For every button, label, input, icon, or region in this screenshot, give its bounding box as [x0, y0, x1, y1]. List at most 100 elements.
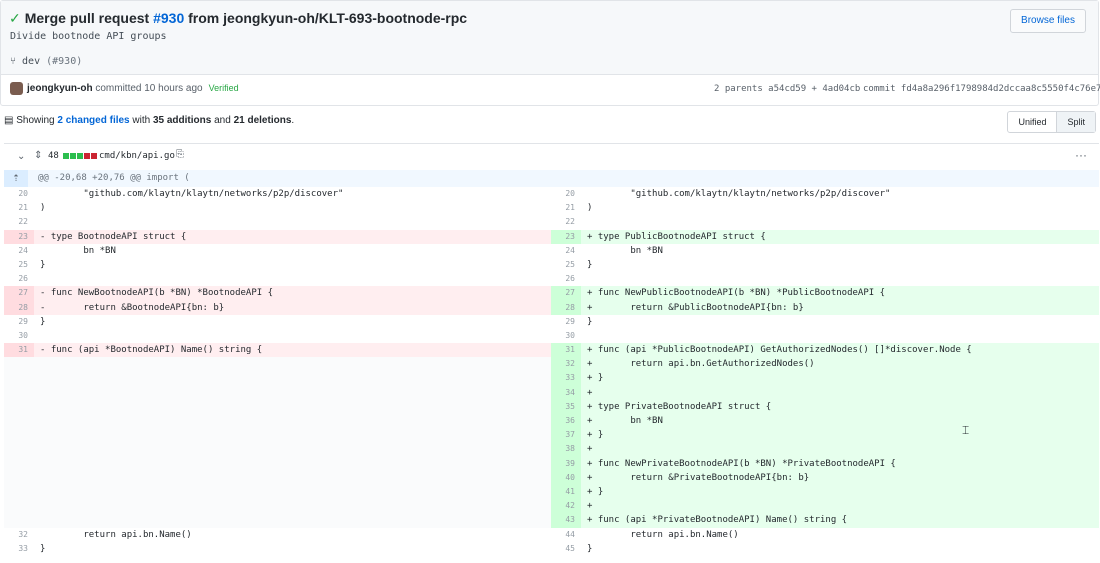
- line-number[interactable]: 21: [551, 201, 581, 215]
- line-number[interactable]: 20: [551, 187, 581, 201]
- unified-button[interactable]: Unified: [1008, 112, 1056, 132]
- line-number[interactable]: [4, 400, 34, 414]
- line-number[interactable]: 40: [551, 470, 581, 485]
- line-number[interactable]: 25: [551, 258, 581, 272]
- code-line: +: [581, 499, 1099, 514]
- diff-row: 31- func (api *BootnodeAPI) Name() strin…: [4, 343, 1099, 358]
- clipboard-icon[interactable]: ⎘: [176, 149, 184, 160]
- line-number[interactable]: 30: [551, 329, 581, 343]
- line-number[interactable]: [4, 457, 34, 471]
- line-number[interactable]: 23: [551, 229, 581, 244]
- code-line: + bn *BN: [581, 414, 1099, 429]
- line-number[interactable]: 43: [551, 513, 581, 528]
- line-number[interactable]: [4, 442, 34, 456]
- left-diff-cell: [4, 357, 551, 372]
- branch-pr[interactable]: (#930): [46, 56, 82, 67]
- line-number[interactable]: 21: [4, 201, 34, 215]
- left-diff-cell: 32 return api.bn.Name(): [4, 528, 551, 542]
- left-diff-cell: [4, 470, 551, 485]
- avatar[interactable]: [10, 82, 23, 95]
- line-number[interactable]: [4, 499, 34, 513]
- pr-link[interactable]: #930: [153, 10, 184, 26]
- line-number[interactable]: [4, 386, 34, 400]
- line-number[interactable]: 26: [551, 272, 581, 286]
- chevron-down-icon[interactable]: ⌄: [17, 151, 25, 162]
- line-number[interactable]: 45: [551, 542, 581, 556]
- line-number[interactable]: 24: [4, 244, 34, 258]
- line-number[interactable]: 41: [551, 484, 581, 500]
- left-diff-cell: 30: [4, 329, 551, 343]
- left-diff-cell: [4, 428, 551, 443]
- code-line: }: [587, 543, 593, 554]
- line-number[interactable]: 36: [551, 414, 581, 429]
- line-number[interactable]: 33: [4, 542, 34, 556]
- line-number[interactable]: 34: [551, 385, 581, 400]
- left-diff-cell: 26: [4, 272, 551, 286]
- line-number[interactable]: 23: [4, 229, 34, 244]
- line-number[interactable]: [4, 414, 34, 428]
- line-number[interactable]: 31: [4, 343, 34, 358]
- line-number[interactable]: 42: [551, 499, 581, 514]
- line-number[interactable]: 32: [4, 528, 34, 542]
- line-number[interactable]: 29: [551, 315, 581, 329]
- line-number[interactable]: 24: [551, 244, 581, 258]
- line-number[interactable]: 37: [551, 428, 581, 443]
- line-number[interactable]: 28: [551, 300, 581, 315]
- branch-name[interactable]: dev: [22, 56, 40, 67]
- right-diff-cell: 43 + func (api *PrivateBootnodeAPI) Name(…: [551, 513, 1099, 528]
- unfold-icon[interactable]: ⇕: [34, 150, 42, 161]
- line-number[interactable]: 27: [551, 286, 581, 301]
- diff-row: 33} 45}: [4, 542, 1099, 556]
- code-line: + func (api *PrivateBootnodeAPI) Name() …: [581, 513, 1099, 528]
- line-number[interactable]: [4, 371, 34, 385]
- diff-row: 26 26: [4, 272, 1099, 286]
- line-number[interactable]: 22: [551, 215, 581, 229]
- browse-files-button[interactable]: Browse files: [1010, 9, 1086, 33]
- line-number[interactable]: [4, 357, 34, 371]
- line-number[interactable]: 38: [551, 442, 581, 457]
- right-diff-cell: 37 + }: [551, 428, 1099, 443]
- line-number[interactable]: 27: [4, 286, 34, 301]
- right-diff-cell: 21): [551, 201, 1099, 215]
- line-number[interactable]: 28: [4, 300, 34, 315]
- file-path[interactable]: cmd/kbn/api.go: [99, 151, 175, 161]
- line-number[interactable]: [4, 485, 34, 499]
- line-number[interactable]: 32: [551, 357, 581, 372]
- code-line: + }: [581, 428, 1099, 443]
- commit-header: ✓ Merge pull request #930 from jeongkyun-…: [0, 0, 1100, 108]
- right-diff-cell: 41 + }: [551, 484, 1099, 500]
- right-diff-cell: 30: [551, 329, 1099, 343]
- line-number[interactable]: [4, 471, 34, 485]
- line-number[interactable]: 26: [4, 272, 34, 286]
- verified-badge[interactable]: Verified: [209, 83, 239, 93]
- line-number[interactable]: 44: [551, 528, 581, 542]
- line-number[interactable]: 29: [4, 315, 34, 329]
- code-line: + type PrivateBootnodeAPI struct {: [581, 399, 1099, 414]
- line-number[interactable]: 35: [551, 399, 581, 414]
- line-number[interactable]: 20: [4, 187, 34, 201]
- line-number[interactable]: 33: [551, 371, 581, 386]
- line-number[interactable]: 22: [4, 215, 34, 229]
- changed-files-link[interactable]: 2 changed files: [57, 115, 129, 126]
- right-diff-cell: 27 + func NewPublicBootnodeAPI(b *BN) *Pu…: [551, 286, 1099, 301]
- right-diff-cell: 44 return api.bn.Name(): [551, 528, 1099, 542]
- check-icon: ✓: [9, 10, 21, 26]
- line-number[interactable]: 25: [4, 258, 34, 272]
- line-number[interactable]: [4, 428, 34, 442]
- line-number[interactable]: 39: [551, 456, 581, 471]
- split-button[interactable]: Split: [1056, 112, 1095, 132]
- author-link[interactable]: jeongkyun-oh: [27, 83, 93, 94]
- right-diff-cell: 34 +: [551, 385, 1099, 400]
- kebab-menu-icon[interactable]: ···: [1075, 148, 1087, 162]
- left-diff-cell: [4, 385, 551, 400]
- left-diff-cell: [4, 414, 551, 429]
- line-number[interactable]: 30: [4, 329, 34, 343]
- expand-up-icon[interactable]: ⇡: [4, 170, 28, 187]
- line-number[interactable]: 31: [551, 343, 581, 358]
- code-line: + return &PublicBootnodeAPI{bn: b}: [581, 300, 1099, 315]
- line-number[interactable]: [4, 513, 34, 527]
